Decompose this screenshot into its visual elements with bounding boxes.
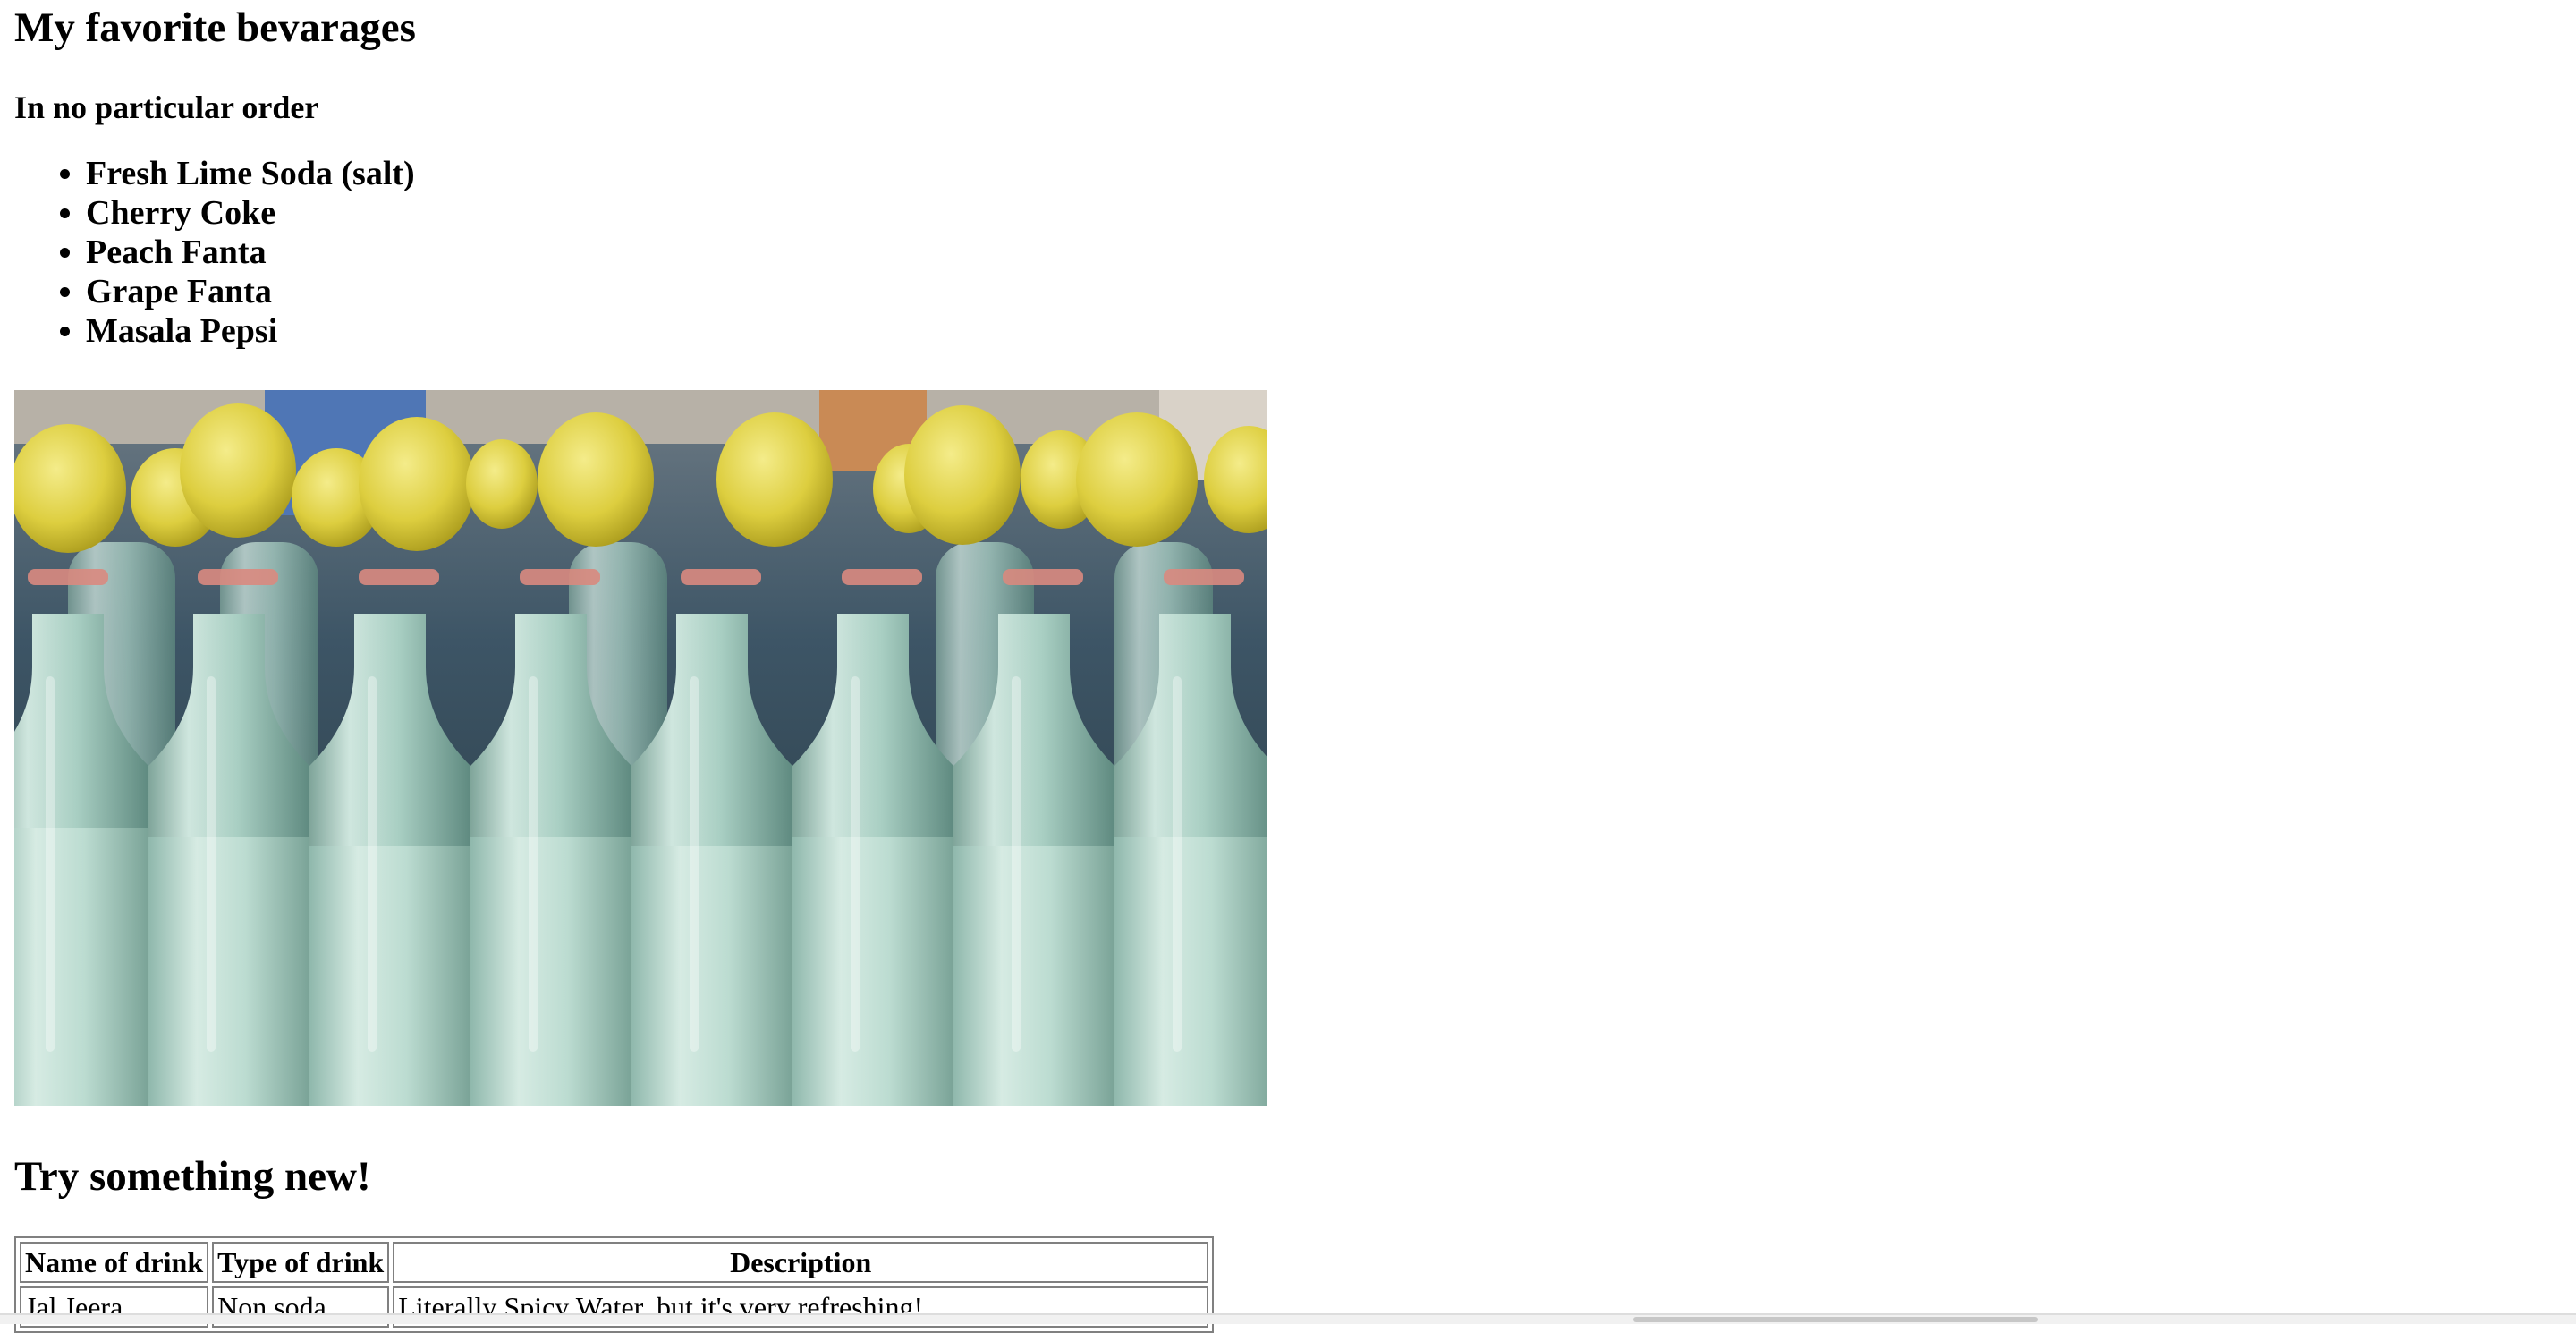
list-item: Peach Fanta bbox=[86, 233, 415, 272]
horizontal-scrollbar[interactable] bbox=[0, 1313, 2576, 1324]
page-title: My favorite bevarages bbox=[14, 4, 416, 51]
list-item: Grape Fanta bbox=[86, 272, 415, 311]
page-subtitle: In no particular order bbox=[14, 89, 319, 125]
list-item: Fresh Lime Soda (salt) bbox=[86, 154, 415, 193]
photo-lemon-soda-bottles-icon bbox=[14, 390, 1267, 1106]
table-header-row: Name of drink Type of drink Description bbox=[20, 1242, 1209, 1283]
table-header-cell: Name of drink bbox=[20, 1242, 209, 1283]
lemon-soda-bottles-photo bbox=[14, 390, 1267, 1106]
section-heading: Try something new! bbox=[14, 1153, 371, 1200]
list-item: Masala Pepsi bbox=[86, 311, 415, 351]
table-header-cell: Type of drink bbox=[212, 1242, 390, 1283]
favorites-list: Fresh Lime Soda (salt) Cherry Coke Peach… bbox=[14, 154, 415, 351]
list-item: Cherry Coke bbox=[86, 193, 415, 233]
table-header-cell: Description bbox=[393, 1242, 1209, 1283]
scrollbar-thumb[interactable] bbox=[1633, 1317, 2038, 1322]
